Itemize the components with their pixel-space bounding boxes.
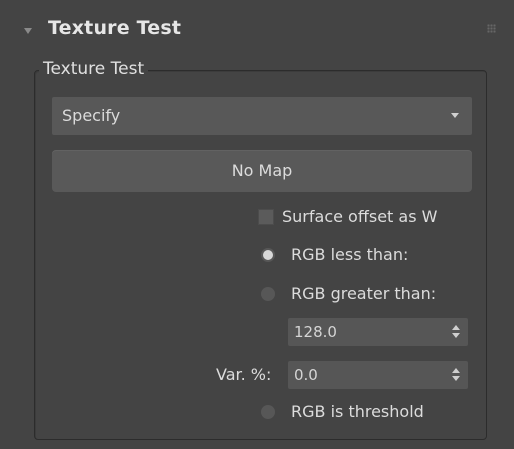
rgb-greater-than-radio[interactable] — [261, 287, 275, 301]
rgb-less-than-label: RGB less than: — [291, 245, 409, 264]
surface-offset-checkbox[interactable] — [258, 209, 274, 225]
variance-spinner[interactable]: 0.0 — [288, 361, 468, 389]
rgb-is-threshold-radio[interactable] — [261, 405, 275, 419]
spinner-arrows-icon[interactable] — [452, 367, 460, 383]
rgb-less-than-radio[interactable] — [261, 248, 275, 262]
threshold-spinner[interactable]: 128.0 — [288, 318, 468, 346]
chevron-down-icon — [451, 113, 459, 118]
no-map-button-label: No Map — [231, 161, 293, 180]
threshold-value: 128.0 — [294, 323, 337, 341]
variance-label: Var. %: — [216, 365, 272, 384]
triangle-down-icon[interactable] — [24, 28, 32, 34]
rollout-title: Texture Test — [48, 17, 182, 39]
group-legend: Texture Test — [39, 59, 149, 79]
mode-dropdown[interactable]: Specify — [52, 97, 472, 135]
texture-test-rollout: Texture Test Texture Test Specify No Map… — [0, 0, 514, 449]
drag-grip-icon[interactable] — [487, 24, 496, 33]
rgb-is-threshold-label: RGB is threshold — [291, 402, 424, 421]
variance-value: 0.0 — [294, 366, 318, 384]
no-map-button[interactable]: No Map — [52, 150, 472, 192]
dropdown-selected-value: Specify — [62, 106, 121, 125]
spinner-arrows-icon[interactable] — [452, 324, 460, 340]
rollout-header[interactable]: Texture Test — [0, 12, 514, 48]
surface-offset-label: Surface offset as W — [282, 207, 438, 226]
rgb-greater-than-label: RGB greater than: — [291, 284, 437, 303]
